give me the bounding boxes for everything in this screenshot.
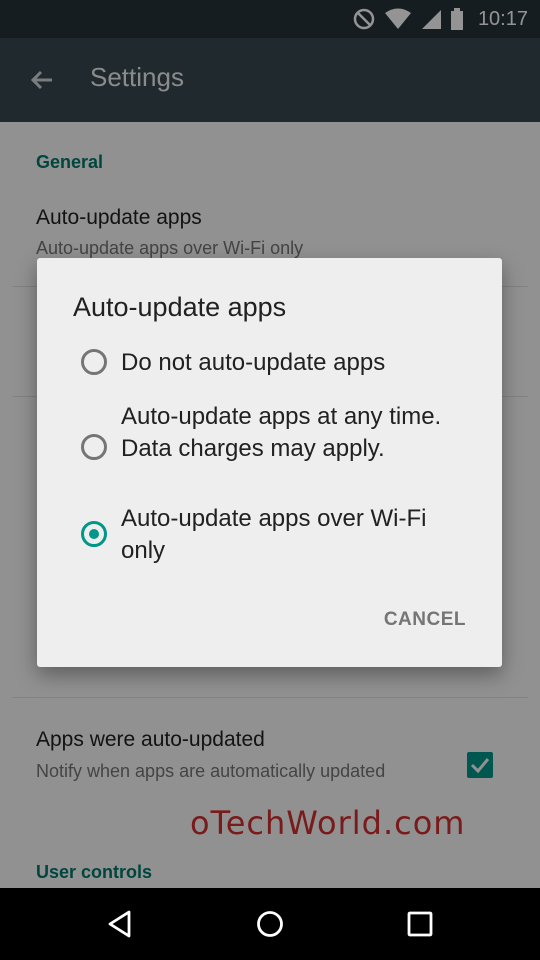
option-do-not-update[interactable]: Do not auto-update apps	[81, 347, 481, 379]
recents-square-icon[interactable]	[404, 908, 436, 940]
back-triangle-icon[interactable]	[104, 908, 136, 940]
option-label: Do not auto-update apps	[121, 349, 386, 376]
home-circle-icon[interactable]	[254, 908, 286, 940]
option-any-time[interactable]: Auto-update apps at any time. Data charg…	[81, 401, 481, 497]
option-label: Auto-update apps at any time. Data charg…	[121, 403, 442, 462]
cancel-button[interactable]: CANCEL	[384, 609, 466, 631]
radio-button[interactable]	[81, 349, 107, 375]
option-label: Auto-update apps over Wi-Fi only	[121, 505, 427, 564]
radio-button-selected[interactable]	[81, 521, 107, 547]
option-wifi-only[interactable]: Auto-update apps over Wi-Fi only	[81, 503, 481, 567]
auto-update-dialog: Auto-update apps Do not auto-update apps…	[37, 258, 502, 667]
nav-bar	[0, 888, 540, 960]
dialog-title: Auto-update apps	[73, 292, 287, 322]
radio-button[interactable]	[81, 434, 107, 460]
